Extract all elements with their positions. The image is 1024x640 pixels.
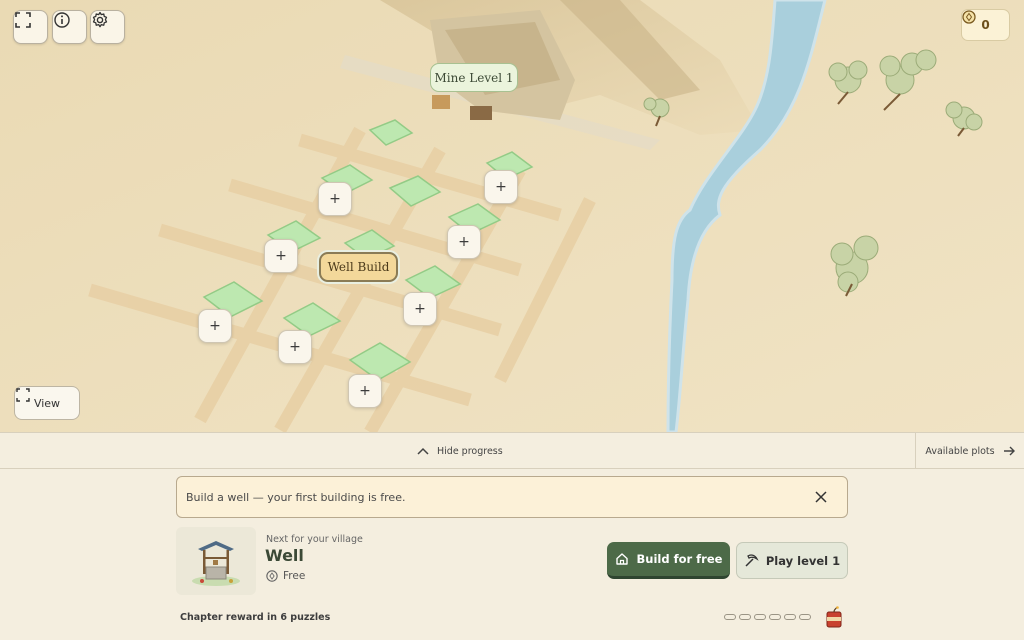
- play-level-button[interactable]: Play level 1: [736, 542, 848, 579]
- chevron-up-icon: [417, 447, 429, 455]
- info-icon: [54, 12, 70, 28]
- plot-add-button[interactable]: +: [348, 374, 382, 408]
- next-building-name: Well: [265, 546, 304, 565]
- fullscreen-button[interactable]: [13, 10, 48, 44]
- well-build-label[interactable]: Well Build: [319, 252, 398, 282]
- hide-progress-label: Hide progress: [437, 445, 503, 457]
- plus-icon: +: [495, 179, 507, 195]
- plot-add-button[interactable]: +: [278, 330, 312, 364]
- game-screen: 0 Mine Level 1 Well Build + + + + + + + …: [0, 0, 1024, 640]
- progress-toggle-bar: Hide progress Available plots: [0, 432, 1024, 469]
- build-for-free-button[interactable]: Build for free: [607, 542, 730, 579]
- well-build-label-text: Well Build: [327, 260, 390, 274]
- coin-icon: [962, 10, 976, 24]
- mine-label-text: Mine Level 1: [434, 70, 514, 85]
- next-building-price: Free: [266, 570, 305, 582]
- tnt-icon: [826, 606, 842, 628]
- plus-icon: +: [359, 383, 371, 399]
- mine-label[interactable]: Mine Level 1: [430, 63, 518, 92]
- well-thumbnail: [176, 527, 256, 595]
- hide-progress-button[interactable]: Hide progress: [417, 433, 503, 469]
- progress-dot: [739, 614, 751, 620]
- arrow-right-icon: [1003, 446, 1015, 456]
- plot-add-button[interactable]: +: [318, 182, 352, 216]
- coin-icon: [266, 570, 278, 582]
- house-icon: [615, 553, 628, 565]
- currency-count: 0: [981, 18, 990, 32]
- notice-close-button[interactable]: [813, 489, 829, 505]
- price-text: Free: [283, 570, 306, 582]
- view-button-label: View: [33, 396, 61, 410]
- progress-panel: Build a well — your first building is fr…: [0, 469, 1024, 640]
- available-plots-button[interactable]: Available plots: [915, 433, 1024, 469]
- fullscreen-icon: [15, 12, 31, 28]
- plus-icon: +: [458, 234, 470, 250]
- view-button[interactable]: View: [14, 386, 80, 420]
- plus-icon: +: [289, 339, 301, 355]
- plus-icon: +: [275, 248, 287, 264]
- plot-add-button[interactable]: +: [264, 239, 298, 273]
- hint-notice-text: Build a well — your first building is fr…: [186, 490, 406, 504]
- close-icon: [815, 491, 827, 503]
- plus-icon: +: [414, 301, 426, 317]
- settings-button[interactable]: [90, 10, 125, 44]
- play-button-label: Play level 1: [765, 553, 841, 568]
- progress-dot: [784, 614, 796, 620]
- village-map[interactable]: 0 Mine Level 1 Well Build + + + + + + + …: [0, 0, 1024, 432]
- plus-icon: +: [209, 318, 221, 334]
- pickaxe-icon: [745, 554, 759, 567]
- build-button-label: Build for free: [636, 552, 723, 566]
- progress-dot: [754, 614, 766, 620]
- chapter-progress-dots: [724, 614, 811, 620]
- hint-notice: Build a well — your first building is fr…: [176, 476, 848, 518]
- info-button[interactable]: [52, 10, 87, 44]
- progress-dot: [799, 614, 811, 620]
- available-plots-label: Available plots: [925, 445, 995, 457]
- next-building-subtitle: Next for your village: [266, 534, 363, 545]
- progress-dot: [769, 614, 781, 620]
- plus-icon: +: [329, 191, 341, 207]
- well-icon: [192, 541, 240, 586]
- plot-add-button[interactable]: +: [447, 225, 481, 259]
- gear-icon: [92, 11, 108, 28]
- progress-dot: [724, 614, 736, 620]
- frame-icon: [16, 388, 30, 402]
- plot-add-button[interactable]: +: [198, 309, 232, 343]
- chapter-reward-text: Chapter reward in 6 puzzles: [180, 612, 331, 623]
- plot-add-button[interactable]: +: [484, 170, 518, 204]
- plot-add-button[interactable]: +: [403, 292, 437, 326]
- currency-badge: 0: [961, 9, 1010, 41]
